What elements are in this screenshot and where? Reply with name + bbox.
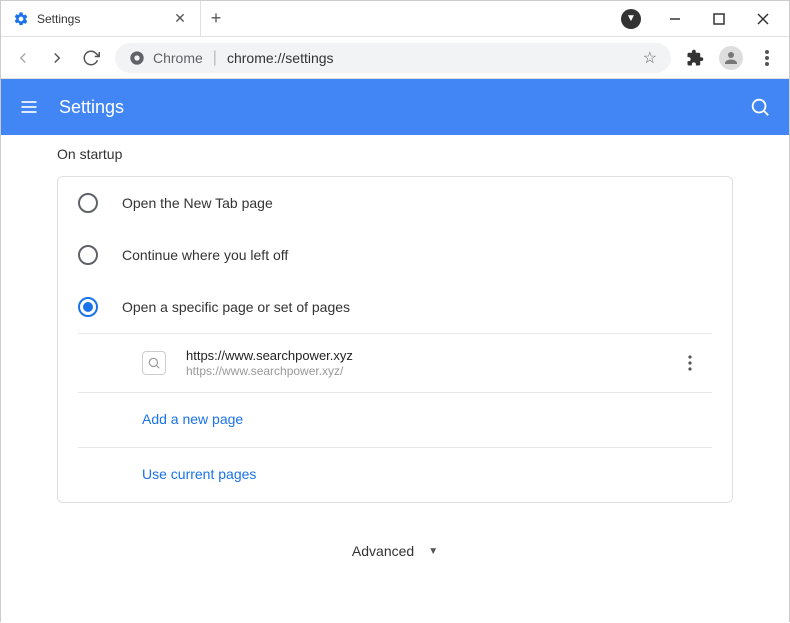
incognito-indicator-icon: ▼ bbox=[621, 9, 641, 29]
page-favicon-icon bbox=[142, 351, 166, 375]
page-entry-url: https://www.searchpower.xyz/ bbox=[186, 364, 668, 378]
url-text: chrome://settings bbox=[227, 50, 334, 66]
radio-specific-page[interactable]: Open a specific page or set of pages bbox=[58, 281, 732, 333]
advanced-label: Advanced bbox=[352, 543, 414, 559]
extensions-icon[interactable] bbox=[685, 48, 705, 68]
radio-label: Open a specific page or set of pages bbox=[122, 299, 350, 315]
chrome-icon bbox=[129, 50, 145, 66]
url-input[interactable]: Chrome | chrome://settings ☆ bbox=[115, 43, 671, 73]
settings-header: Settings bbox=[1, 79, 789, 135]
search-icon[interactable] bbox=[749, 96, 771, 118]
add-page-row[interactable]: Add a new page bbox=[78, 392, 712, 447]
minimize-button[interactable] bbox=[665, 9, 685, 29]
browser-tab[interactable]: Settings ✕ bbox=[1, 1, 201, 36]
startup-card: Open the New Tab page Continue where you… bbox=[57, 176, 733, 503]
radio-icon bbox=[78, 245, 98, 265]
radio-label: Open the New Tab page bbox=[122, 195, 273, 211]
window-controls: ▼ bbox=[621, 1, 789, 36]
radio-open-new-tab[interactable]: Open the New Tab page bbox=[58, 177, 732, 229]
section-title: On startup bbox=[57, 146, 733, 162]
tab-title: Settings bbox=[37, 12, 164, 26]
page-title: Settings bbox=[59, 97, 729, 118]
address-bar: Chrome | chrome://settings ☆ bbox=[1, 37, 789, 79]
forward-button[interactable] bbox=[47, 48, 67, 68]
radio-icon bbox=[78, 297, 98, 317]
radio-icon bbox=[78, 193, 98, 213]
close-button[interactable] bbox=[753, 9, 773, 29]
maximize-button[interactable] bbox=[709, 9, 729, 29]
chevron-down-icon: ▼ bbox=[428, 546, 438, 557]
page-entry-title: https://www.searchpower.xyz bbox=[186, 348, 668, 363]
use-current-row[interactable]: Use current pages bbox=[78, 447, 712, 502]
page-info: https://www.searchpower.xyz https://www.… bbox=[186, 348, 668, 378]
gear-icon bbox=[13, 11, 29, 27]
url-scheme: Chrome bbox=[153, 50, 203, 66]
advanced-toggle[interactable]: Advanced ▼ bbox=[57, 503, 733, 599]
reload-button[interactable] bbox=[81, 48, 101, 68]
page-entry-menu-icon[interactable] bbox=[688, 355, 692, 371]
radio-continue[interactable]: Continue where you left off bbox=[58, 229, 732, 281]
profile-avatar[interactable] bbox=[719, 46, 743, 70]
kebab-menu-icon[interactable] bbox=[757, 48, 777, 68]
use-current-link[interactable]: Use current pages bbox=[142, 466, 256, 482]
startup-page-row: https://www.searchpower.xyz https://www.… bbox=[78, 333, 712, 392]
bookmark-star-icon[interactable]: ☆ bbox=[643, 48, 657, 68]
window-titlebar: Settings ✕ + ▼ bbox=[1, 1, 789, 37]
back-button[interactable] bbox=[13, 48, 33, 68]
content-scroll[interactable]: On startup Open the New Tab page Continu… bbox=[1, 135, 789, 623]
new-tab-button[interactable]: + bbox=[201, 1, 231, 36]
hamburger-menu-icon[interactable] bbox=[19, 97, 39, 117]
radio-label: Continue where you left off bbox=[122, 247, 288, 263]
tab-close-icon[interactable]: ✕ bbox=[172, 11, 188, 27]
add-page-link[interactable]: Add a new page bbox=[142, 411, 243, 427]
